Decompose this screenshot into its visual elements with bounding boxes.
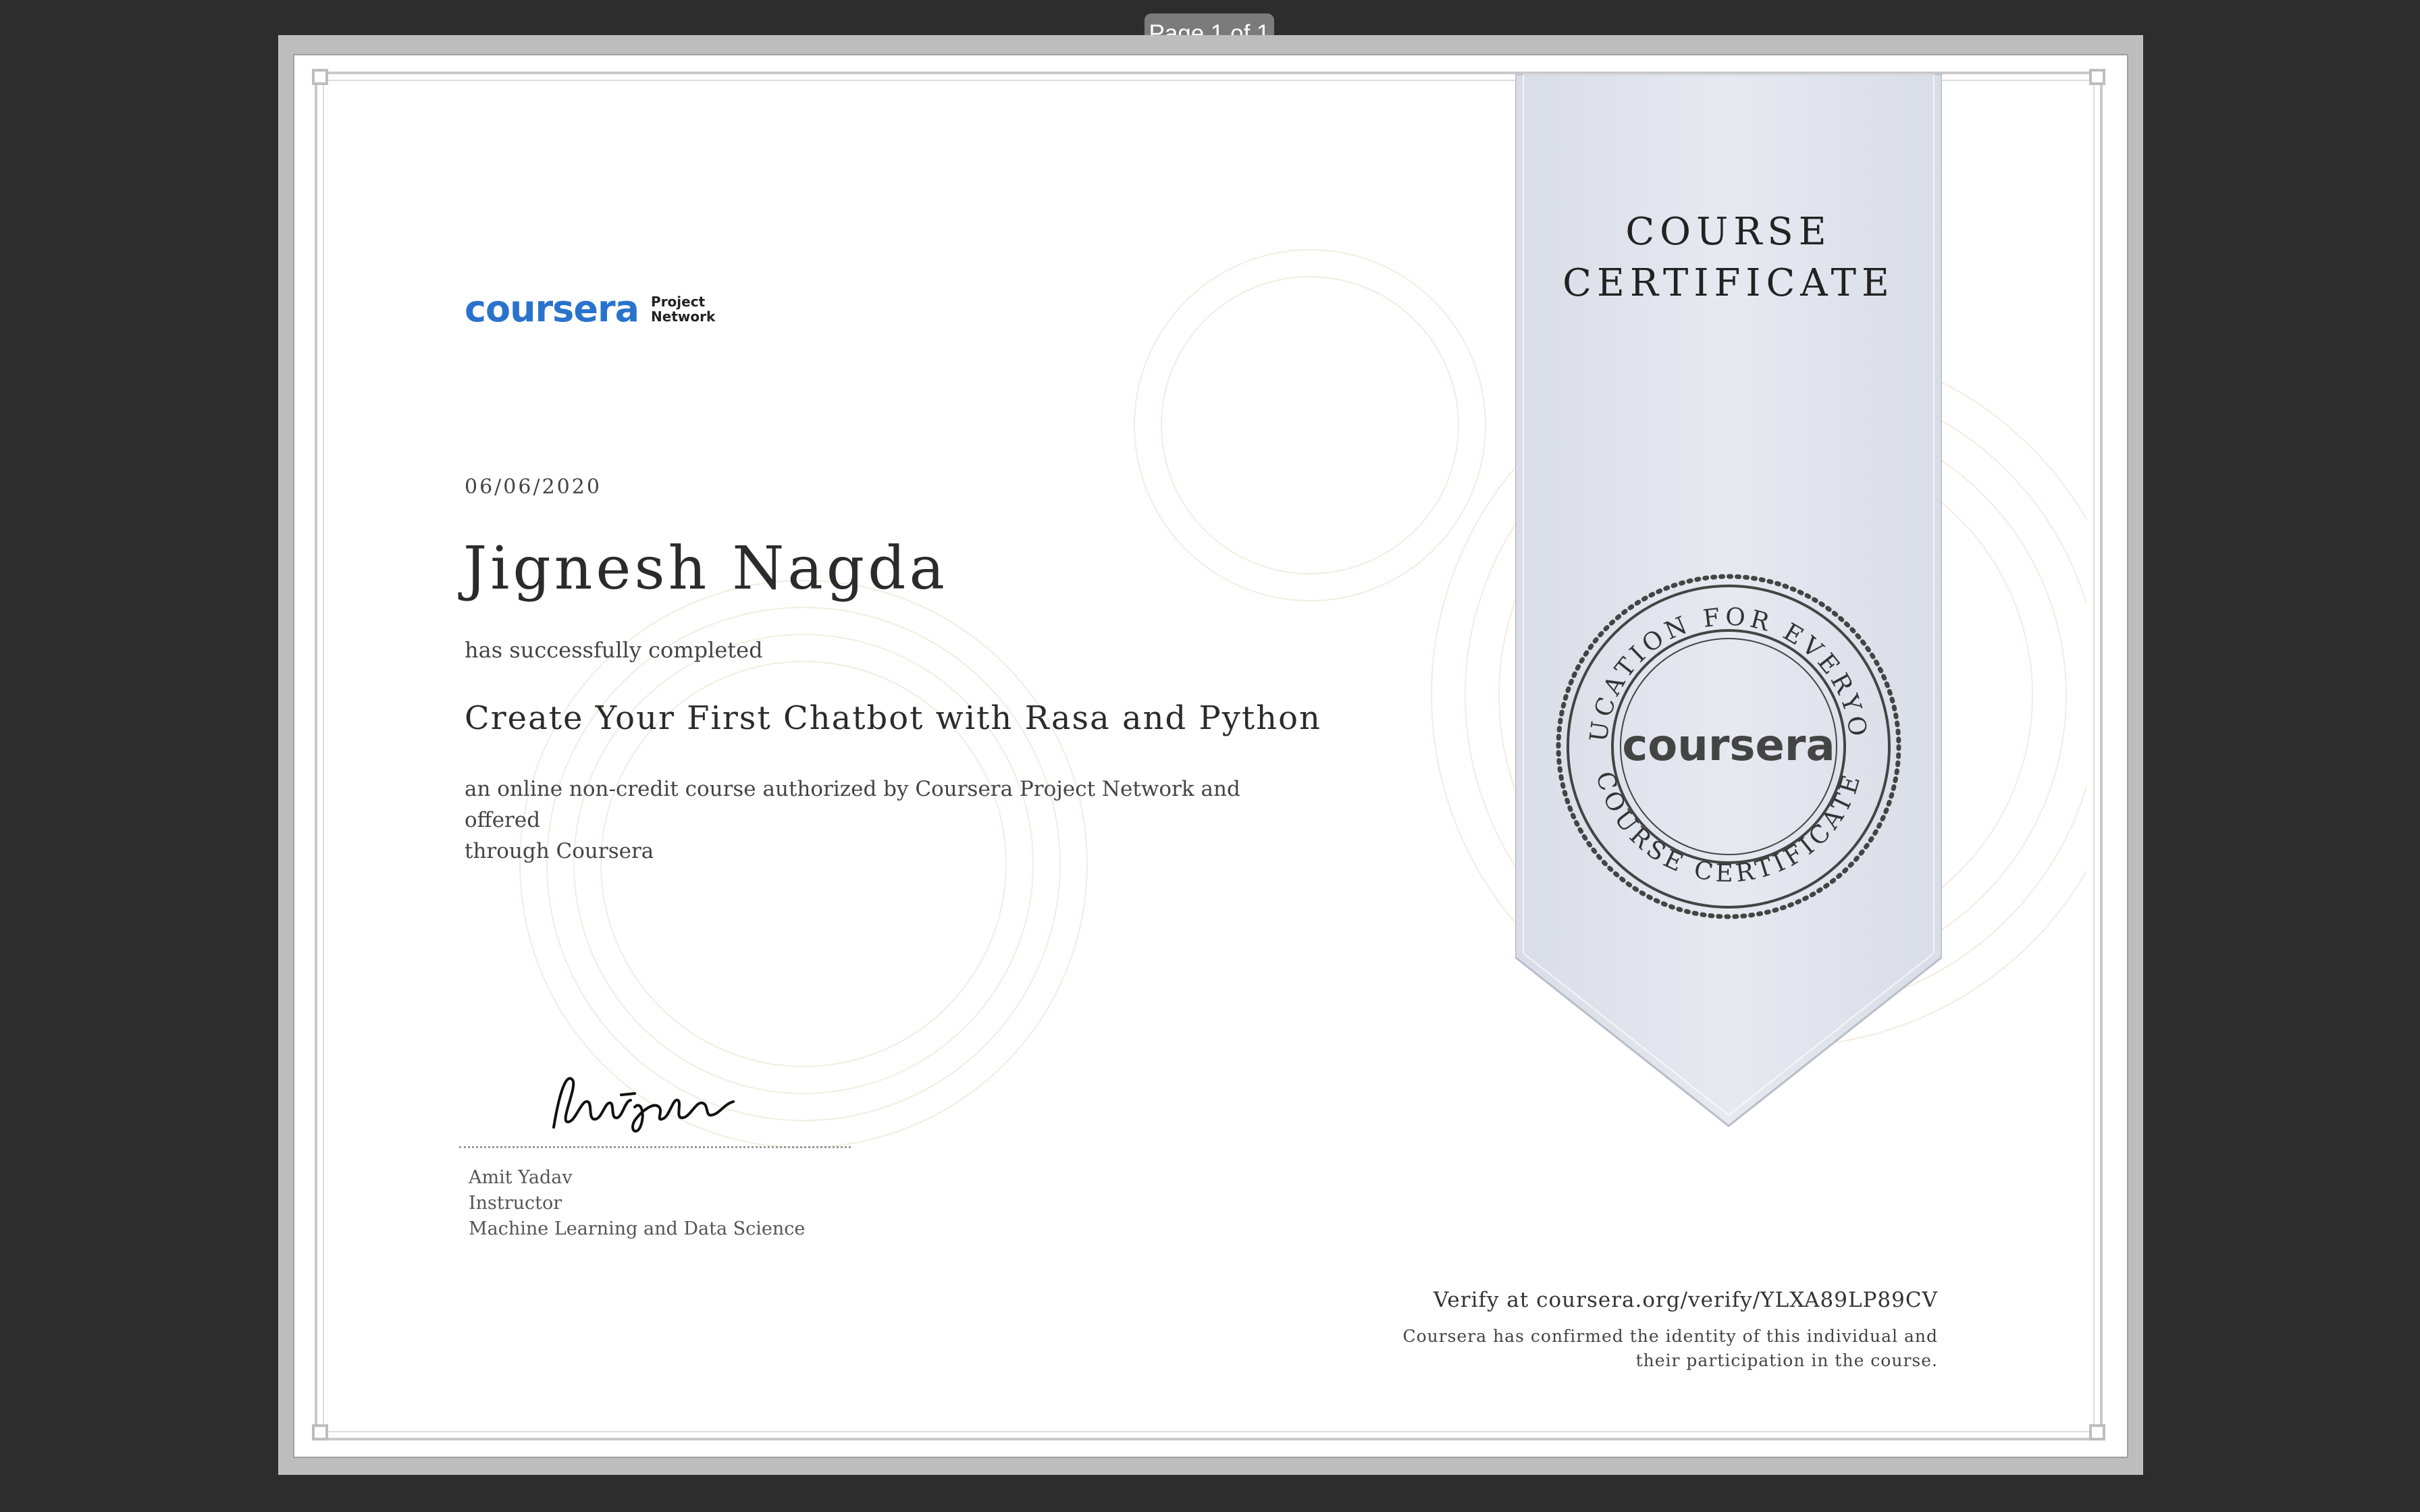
frame-corner-top-left [312,69,328,85]
course-title: Create Your First Chatbot with Rasa and … [465,699,1321,737]
signer-block: Amit Yadav Instructor Machine Learning a… [469,1165,805,1242]
logo-wordmark: coursera [465,288,639,330]
verify-url-text: Verify at coursera.org/verify/YLXA89LP89… [1433,1288,1938,1312]
logo-sub-line1: Project [651,293,706,310]
frame-corner-top-right [2089,69,2105,85]
logo-sub-line2: Network [651,308,716,325]
course-description: an online non-credit course authorized b… [465,774,1302,867]
ribbon-title: COURSE CERTIFICATE [1515,207,1942,309]
description-line2: through Coursera [465,839,654,863]
ribbon-title-line1: COURSE [1625,210,1832,254]
logo-subtitle: Project Network [651,294,715,324]
signer-name: Amit Yadav [469,1167,573,1188]
signer-organization: Machine Learning and Data Science [469,1218,806,1239]
instructor-signature [552,1077,735,1133]
confirm-line2: their participation in the course. [1635,1351,1938,1370]
signature-line [459,1146,851,1148]
seal-center-text: coursera [1622,721,1835,771]
confirm-line1: Coursera has confirmed the identity of t… [1402,1326,1938,1346]
frame-corner-bottom-left [312,1424,328,1440]
ribbon-title-line2: CERTIFICATE [1562,261,1895,305]
seal-bottom-text: COURSE CERTIFICATE [1590,768,1867,888]
coursera-seal: EDUCATION FOR EVERYONE COURSE CERTIFICAT… [1553,571,1901,919]
coursera-project-network-logo: coursera Project Network [465,288,715,330]
seal-top-text: EDUCATION FOR EVERYONE [1553,571,1872,744]
recipient-name: Jignesh Nagda [463,533,948,603]
frame-corner-bottom-right [2089,1424,2105,1440]
signer-role: Instructor [469,1193,562,1214]
identity-confirmation: Coursera has confirmed the identity of t… [1283,1324,1938,1373]
description-line1: an online non-credit course authorized b… [465,777,1240,832]
certificate-date: 06/06/2020 [465,475,602,499]
completion-text: has successfully completed [465,637,763,663]
